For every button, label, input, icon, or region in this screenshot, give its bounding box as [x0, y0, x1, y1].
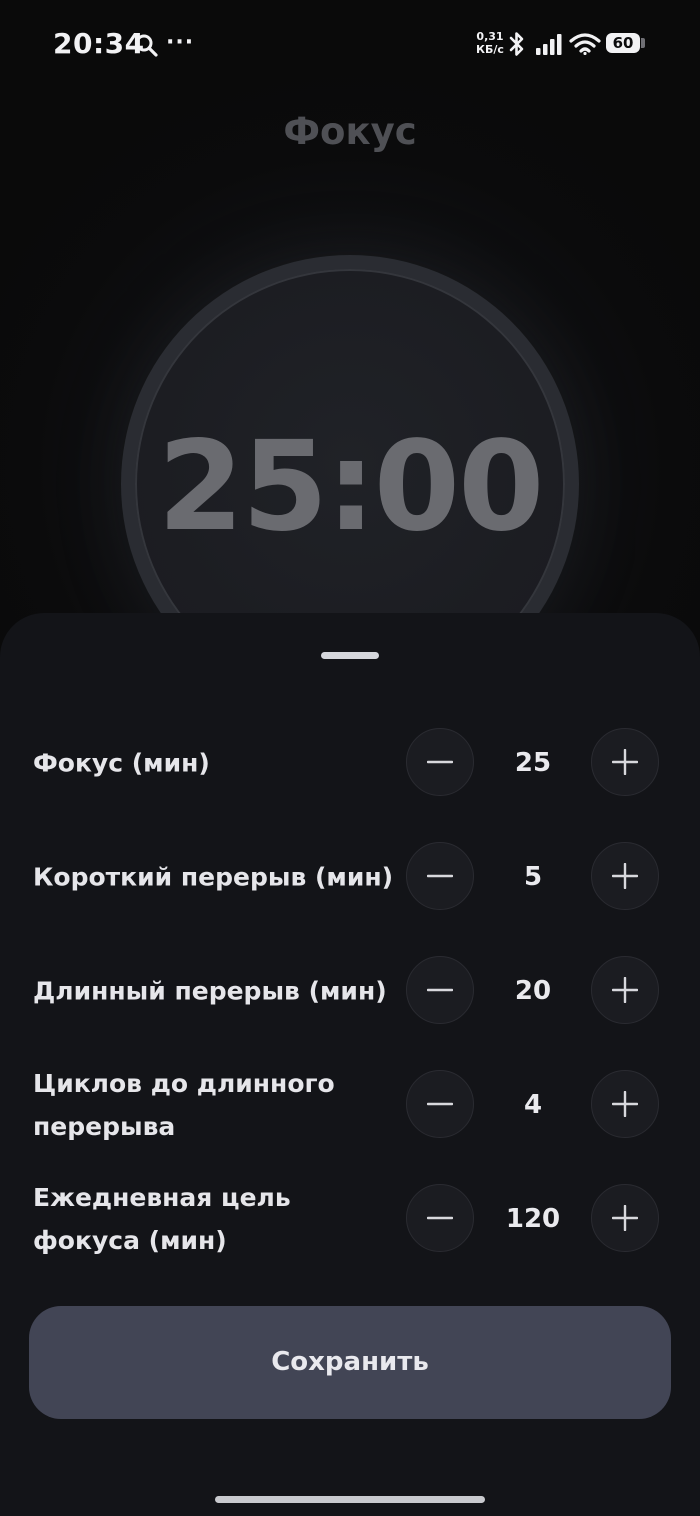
plus-icon	[612, 977, 638, 1003]
signal-icon	[536, 34, 562, 55]
setting-value: 120	[505, 1204, 561, 1234]
battery-tip	[641, 38, 645, 48]
setting-value: 25	[514, 748, 552, 778]
focus-screen: 20:34 ··· 0,31 КБ/с 60 Фокус 25:00 Фокус…	[0, 0, 700, 1516]
network-speed-value: 0,31	[476, 30, 504, 43]
setting-value: 20	[514, 976, 552, 1006]
setting-row-long-break: Длинный перерыв (мин) 20	[0, 951, 700, 1031]
network-speed: 0,31 КБ/с	[474, 30, 506, 56]
decrement-button[interactable]	[406, 1184, 474, 1252]
minus-icon	[427, 988, 453, 992]
decrement-button[interactable]	[406, 842, 474, 910]
plus-icon	[612, 1205, 638, 1231]
setting-value: 5	[523, 862, 543, 892]
setting-label: Длинный перерыв (мин)	[33, 976, 387, 1006]
increment-button[interactable]	[591, 956, 659, 1024]
increment-button[interactable]	[591, 728, 659, 796]
decrement-button[interactable]	[406, 728, 474, 796]
increment-button[interactable]	[591, 1184, 659, 1252]
timer-display: 25:00	[157, 415, 545, 559]
page-title: Фокус	[283, 110, 417, 153]
status-bar: 20:34 ··· 0,31 КБ/с 60	[0, 0, 700, 90]
setting-label: Циклов до длинного перерыва	[33, 1069, 335, 1141]
plus-icon	[612, 1091, 638, 1117]
increment-button[interactable]	[591, 1070, 659, 1138]
setting-row-cycles: Циклов до длинного перерыва 4	[0, 1065, 700, 1145]
setting-label: Ежедневная цель фокуса (мин)	[33, 1183, 291, 1255]
save-button[interactable]: Сохранить	[29, 1306, 671, 1419]
minus-icon	[427, 874, 453, 878]
wifi-icon	[569, 33, 601, 55]
home-indicator[interactable]	[215, 1496, 485, 1503]
decrement-button[interactable]	[406, 1070, 474, 1138]
setting-value: 4	[523, 1090, 543, 1120]
setting-label: Фокус (мин)	[33, 748, 210, 778]
setting-row-short-break: Короткий перерыв (мин) 5	[0, 837, 700, 917]
plus-icon	[612, 749, 638, 775]
battery-icon: 60	[606, 33, 640, 53]
network-speed-unit: КБ/с	[476, 43, 504, 56]
minus-icon	[427, 1102, 453, 1106]
bluetooth-icon	[509, 32, 524, 56]
status-time: 20:34	[53, 27, 145, 60]
setting-row-daily-goal: Ежедневная цель фокуса (мин) 120	[0, 1179, 700, 1259]
minus-icon	[427, 760, 453, 764]
more-dots-icon: ···	[166, 30, 195, 55]
sheet-drag-handle[interactable]	[321, 652, 379, 659]
decrement-button[interactable]	[406, 956, 474, 1024]
increment-button[interactable]	[591, 842, 659, 910]
minus-icon	[427, 1216, 453, 1220]
settings-sheet: Фокус (мин) 25 Короткий перерыв (мин) 5 …	[0, 613, 700, 1516]
setting-row-focus: Фокус (мин) 25	[0, 723, 700, 803]
setting-label: Короткий перерыв (мин)	[33, 862, 394, 892]
search-icon	[135, 34, 158, 57]
plus-icon	[612, 863, 638, 889]
